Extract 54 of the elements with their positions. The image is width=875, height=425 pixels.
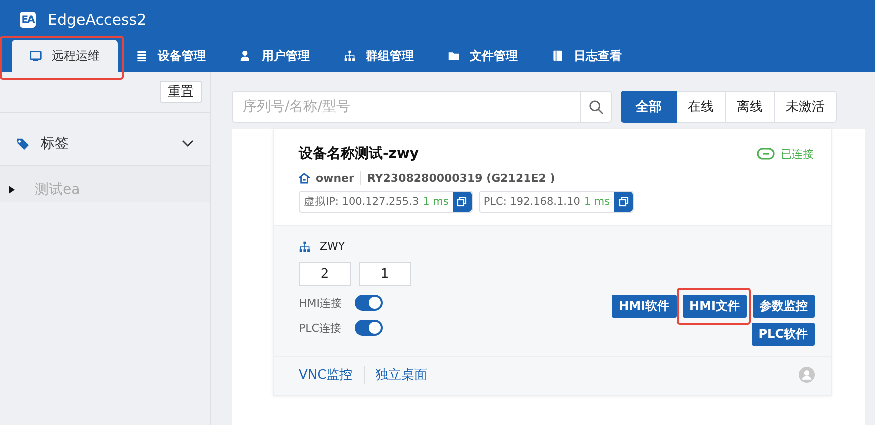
hierarchy-icon xyxy=(299,240,311,252)
book-icon xyxy=(552,50,564,62)
group-name: ZWY xyxy=(320,240,346,253)
reset-button[interactable]: 重置 xyxy=(160,81,202,103)
monitor-icon xyxy=(30,50,42,62)
filter-tab[interactable]: 在线 xyxy=(677,91,726,123)
nav-tab[interactable]: 远程运维 xyxy=(12,40,118,72)
action-button[interactable]: HMI文件 xyxy=(682,295,747,318)
nav-tab[interactable]: 用户管理 xyxy=(224,40,326,72)
footer-link[interactable]: VNC监控 xyxy=(299,366,365,384)
user-icon xyxy=(240,50,252,62)
link-icon xyxy=(757,148,775,160)
folder-icon xyxy=(448,50,460,62)
copy-icon xyxy=(618,197,629,207)
nav-tab[interactable]: 群组管理 xyxy=(328,40,430,72)
ip-address: PLC: 192.168.1.10 xyxy=(484,196,580,208)
switch-label: HMI连接 xyxy=(299,296,344,310)
nav-tab[interactable]: 文件管理 xyxy=(432,40,534,72)
switch-label: PLC连接 xyxy=(299,320,342,336)
home-icon xyxy=(299,172,310,184)
action-button[interactable]: HMI软件 xyxy=(612,295,677,318)
avatar-icon xyxy=(799,367,815,383)
copy-icon xyxy=(457,197,468,207)
expand-icon xyxy=(9,186,15,194)
action-button[interactable]: PLC软件 xyxy=(752,323,815,346)
owner-label: owner xyxy=(316,172,354,184)
toggle-switch[interactable] xyxy=(355,295,383,311)
app-title: EdgeAccess2 xyxy=(48,11,147,29)
count-box: 2 xyxy=(299,262,351,286)
copy-button[interactable] xyxy=(614,192,634,212)
filter-tab[interactable]: 未激活 xyxy=(775,91,837,123)
latency: 1 ms xyxy=(423,196,449,208)
connection-status: 已连接 xyxy=(757,146,814,162)
nav-tab[interactable]: 设备管理 xyxy=(120,40,222,72)
filter-tab[interactable]: 全部 xyxy=(621,91,677,123)
list-icon xyxy=(136,50,148,62)
search-icon xyxy=(588,100,604,114)
tag-icon xyxy=(16,138,31,150)
search-field[interactable]: 序列号/名称/型号 xyxy=(232,91,581,123)
app-logo: EA xyxy=(20,12,36,28)
search-button[interactable] xyxy=(581,91,612,123)
toggle-switch[interactable] xyxy=(355,320,383,336)
filter-tab[interactable]: 离线 xyxy=(726,91,775,123)
latency: 1 ms xyxy=(584,196,610,208)
count-box: 1 xyxy=(359,262,411,286)
device-name: 设备名称测试-zwy xyxy=(299,145,420,163)
hierarchy-icon xyxy=(344,50,356,62)
ip-address: 虚拟IP: 100.127.255.3 xyxy=(304,195,420,209)
copy-button[interactable] xyxy=(452,192,472,212)
action-button[interactable]: 参数监控 xyxy=(753,295,815,318)
nav-tab[interactable]: 日志查看 xyxy=(536,40,638,72)
serial-number: RY2308280000319 (G2121E2 ) xyxy=(367,172,556,184)
chevron-icon xyxy=(182,140,194,148)
footer-link[interactable]: 独立桌面 xyxy=(376,366,439,384)
